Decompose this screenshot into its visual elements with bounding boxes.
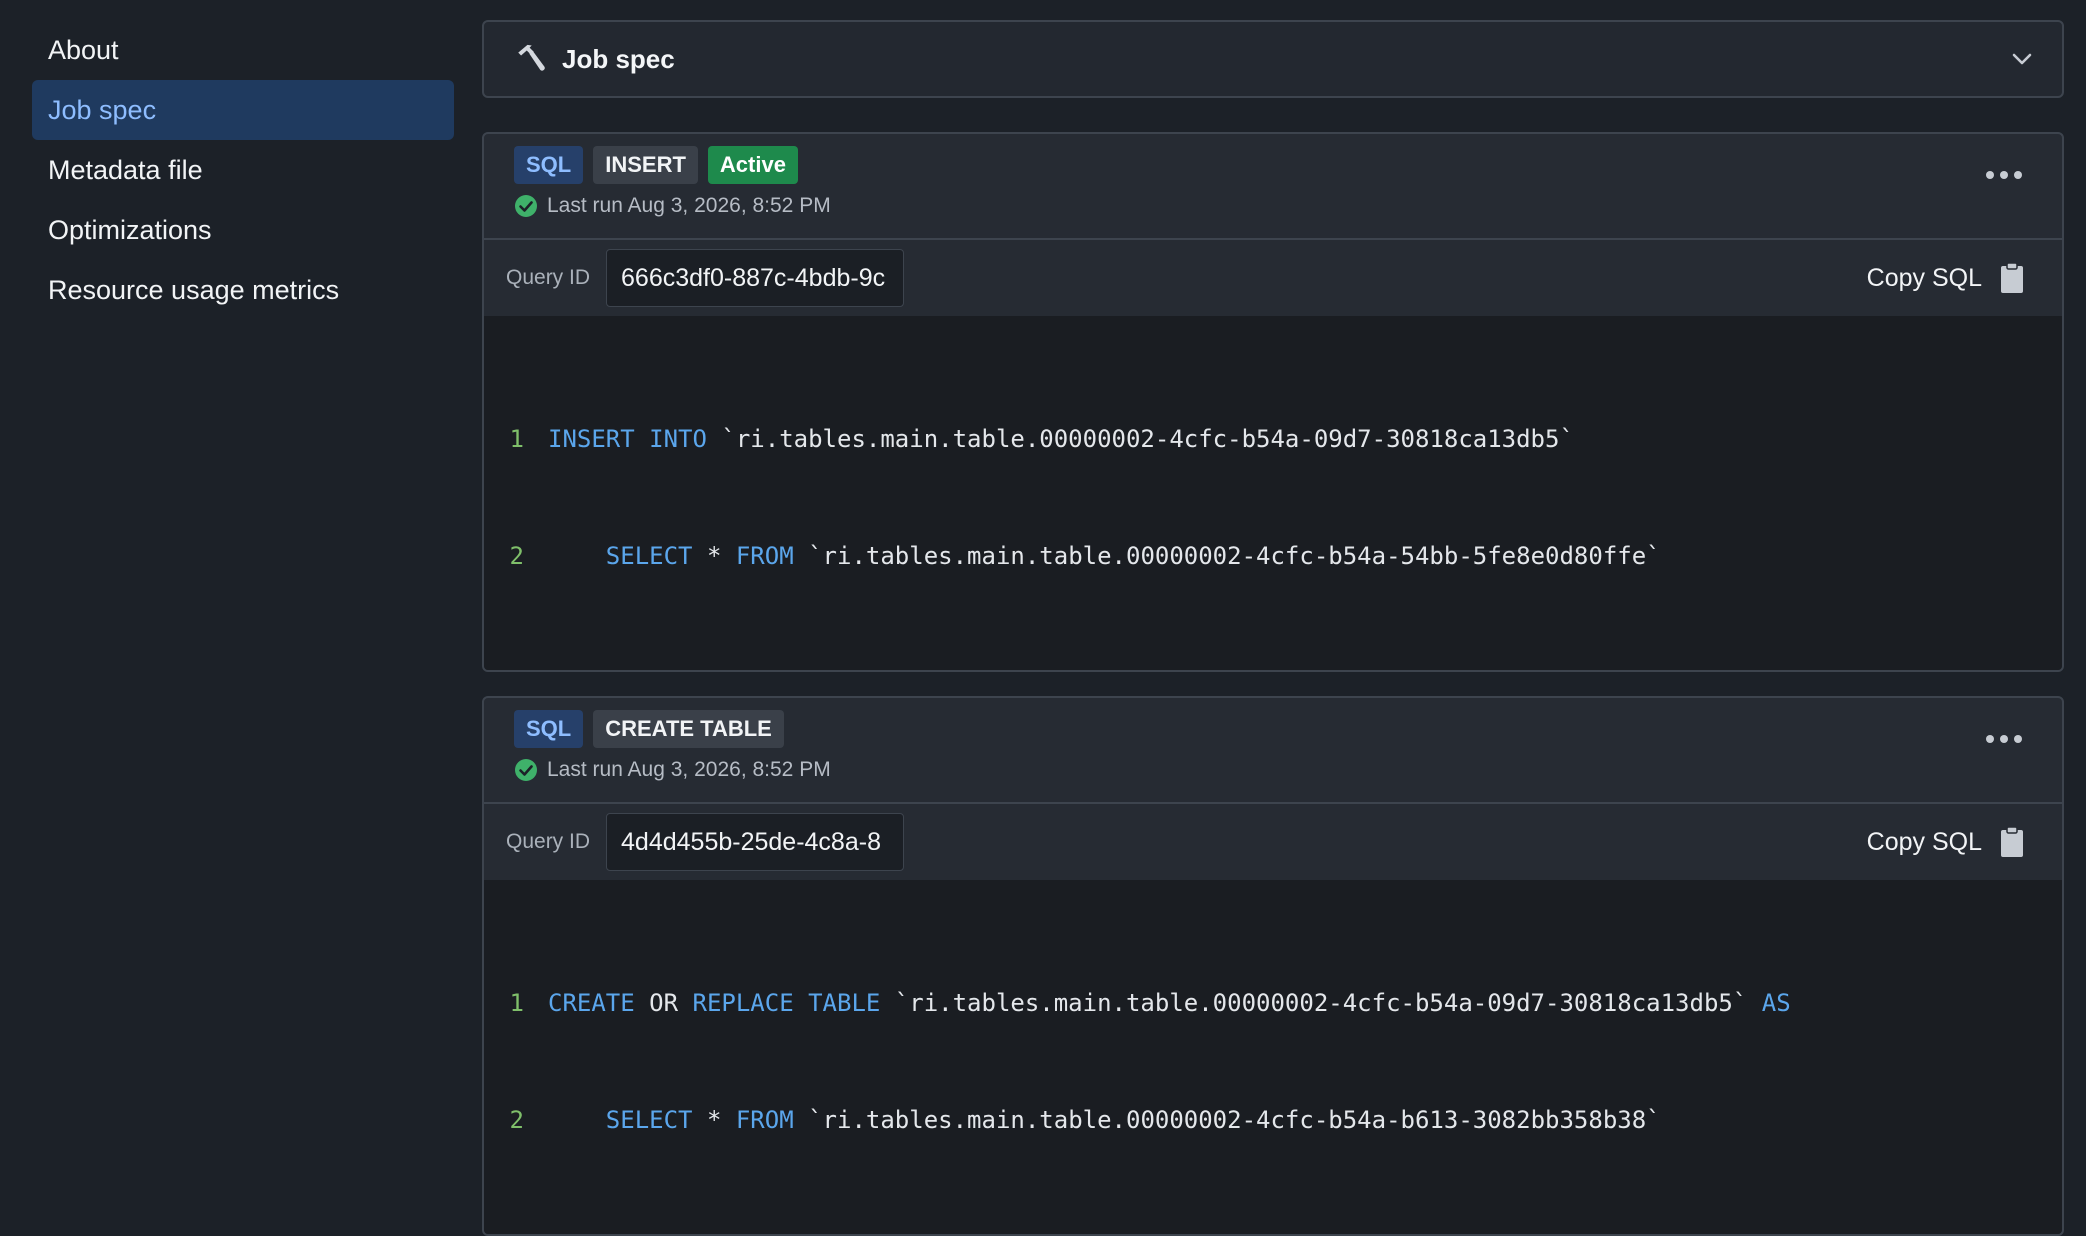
sql-text: * — [692, 542, 736, 570]
last-run-status: Last run Aug 3, 2026, 8:52 PM — [514, 758, 831, 782]
sql-keyword: AS — [1761, 989, 1791, 1017]
statement-type-tag: CREATE TABLE — [593, 710, 784, 748]
sql-keyword: CREATE — [548, 989, 635, 1017]
sql-text: `ri.tables.main.table.00000002-4cfc-b54a… — [793, 542, 1661, 570]
sidebar-nav: About Job spec Metadata file Optimizatio… — [32, 20, 454, 320]
line-number: 1 — [509, 425, 524, 453]
sidebar-item-about[interactable]: About — [32, 20, 454, 80]
copy-sql-button[interactable]: Copy SQL — [1867, 826, 2024, 858]
check-circle-icon — [515, 195, 537, 217]
language-tag: SQL — [514, 146, 584, 184]
code-line: 1 CREATE OR REPLACE TABLE `ri.tables.main… — [484, 984, 2062, 1023]
sql-text: `ri.tables.main.table.00000002-4cfc-b54a… — [793, 1106, 1661, 1134]
job-spec-title: Job spec — [562, 43, 675, 74]
check-circle-icon — [515, 759, 537, 781]
sql-keyword: REPLACE TABLE — [692, 989, 881, 1017]
more-options-icon[interactable] — [1986, 734, 2022, 744]
query-id-label: Query ID — [506, 266, 591, 289]
query-id-row: Query ID Copy SQL — [484, 240, 2062, 316]
sql-text: OR — [634, 989, 693, 1017]
line-number: 2 — [509, 542, 524, 570]
sidebar-item-job-spec[interactable]: Job spec — [32, 80, 454, 140]
language-tag: SQL — [514, 710, 584, 748]
sql-text: `ri.tables.main.table.00000002-4cfc-b54a… — [706, 425, 1574, 453]
sql-keyword: SELECT — [605, 1106, 693, 1134]
last-run-status: Last run Aug 3, 2026, 8:52 PM — [514, 194, 831, 218]
query-tags: SQL INSERT Active — [514, 146, 798, 184]
query-card: SQL INSERT Active Last run Aug 3, 2026, … — [482, 132, 2064, 672]
job-spec-header[interactable]: Job spec — [482, 20, 2064, 98]
hammer-icon — [518, 44, 545, 71]
sql-keyword: INSERT INTO — [548, 425, 707, 453]
chevron-down-icon[interactable] — [2010, 47, 2034, 71]
clipboard-icon — [2001, 826, 2023, 857]
code-line: 2 SELECT * FROM `ri.tables.main.table.00… — [484, 537, 2062, 576]
sql-keyword: FROM — [735, 542, 794, 570]
copy-sql-label: Copy SQL — [1866, 827, 1982, 856]
query-card: SQL CREATE TABLE Last run Aug 3, 2026, 8… — [482, 696, 2064, 1236]
query-id-field[interactable] — [606, 813, 905, 871]
status-badge: Active — [707, 146, 798, 184]
code-line: 1 INSERT INTO `ri.tables.main.table.00000… — [484, 420, 2062, 459]
query-card-header: SQL CREATE TABLE Last run Aug 3, 2026, 8… — [484, 698, 2062, 804]
query-tags: SQL CREATE TABLE — [514, 710, 784, 748]
sidebar-item-resource-usage-metrics[interactable]: Resource usage metrics — [32, 260, 454, 320]
copy-sql-label: Copy SQL — [1866, 263, 1982, 292]
more-options-icon[interactable] — [1986, 170, 2022, 180]
query-card-header: SQL INSERT Active Last run Aug 3, 2026, … — [484, 134, 2062, 240]
last-run-text: Last run Aug 3, 2026, 8:52 PM — [547, 758, 831, 781]
query-id-row: Query ID Copy SQL — [484, 804, 2062, 880]
sidebar-item-optimizations[interactable]: Optimizations — [32, 200, 454, 260]
line-number: 2 — [509, 1106, 524, 1134]
sql-code-block: 1 CREATE OR REPLACE TABLE `ri.tables.main… — [484, 880, 2062, 1234]
statement-type-tag: INSERT — [593, 146, 698, 184]
last-run-text: Last run Aug 3, 2026, 8:52 PM — [547, 194, 831, 217]
main-content: Job spec SQL INSERT Active Last run Aug … — [482, 20, 2064, 1236]
clipboard-icon — [2001, 262, 2023, 293]
sql-keyword: SELECT — [605, 542, 693, 570]
query-id-field[interactable] — [606, 249, 905, 307]
sql-code-block: 1 INSERT INTO `ri.tables.main.table.00000… — [484, 316, 2062, 670]
sql-keyword: FROM — [735, 1106, 794, 1134]
sql-text: * — [692, 1106, 736, 1134]
line-number: 1 — [509, 989, 524, 1017]
sql-text: `ri.tables.main.table.00000002-4cfc-b54a… — [880, 989, 1762, 1017]
code-line: 2 SELECT * FROM `ri.tables.main.table.00… — [484, 1101, 2062, 1140]
sidebar-item-metadata-file[interactable]: Metadata file — [32, 140, 454, 200]
copy-sql-button[interactable]: Copy SQL — [1867, 262, 2024, 294]
